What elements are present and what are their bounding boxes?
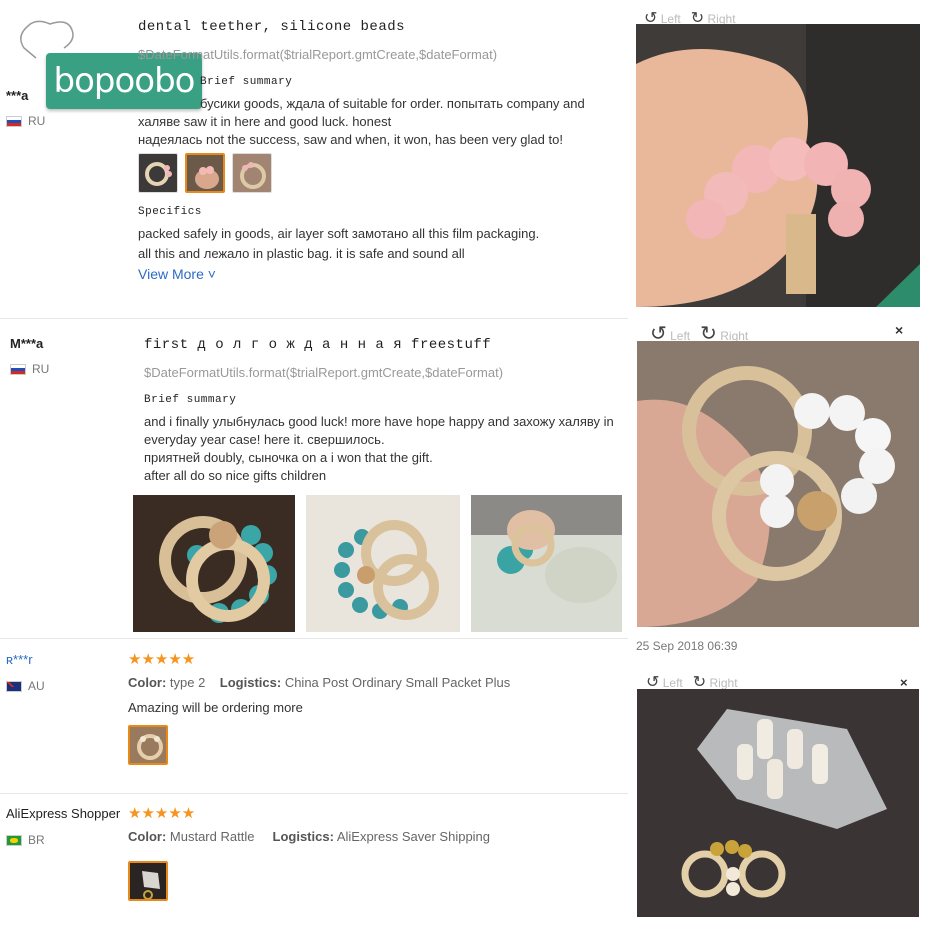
package-photo-image (637, 689, 919, 917)
reviewer-country: BR (6, 833, 45, 847)
color-value: type 2 (169, 675, 206, 690)
logistics-label: Logistics: (272, 829, 334, 844)
color-label: Color: (128, 829, 167, 844)
logistics-value: China Post Ordinary Small Packet Plus (284, 675, 511, 690)
review-photo[interactable] (306, 495, 460, 632)
order-meta: Color: type 2 Logistics: China Post Ordi… (128, 675, 510, 690)
rotate-right-label: Right (709, 676, 738, 690)
summary-line: бусики goods, ждала of suitable for orde… (200, 96, 585, 111)
specifics-line: packed safely in goods, air layer soft з… (138, 226, 540, 241)
reviewer-name: M***a (10, 336, 44, 351)
review-divider (0, 318, 628, 319)
review-photo-thumb-selected[interactable] (185, 153, 225, 193)
review-photo-thumb[interactable] (232, 153, 272, 193)
teether-in-hand-photo-image (636, 24, 920, 307)
country-code: RU (28, 114, 46, 128)
logistics-label: Logistics: (219, 675, 282, 690)
close-icon[interactable]: × (900, 675, 908, 690)
country-code: BR (28, 833, 45, 847)
brief-summary-label: Brief summary (144, 394, 237, 406)
brand-logo-text: bopoobo (53, 61, 196, 101)
reviewer-country: RU (6, 114, 45, 128)
brief-summary-label: Brief summary (200, 76, 293, 88)
review-photo[interactable] (133, 495, 295, 632)
teether-photo-image (130, 727, 166, 763)
reviewer-country: AU (6, 679, 45, 693)
teether-photo-image (187, 155, 223, 191)
summary-line: халяве saw it in here and good luck. hon… (138, 114, 392, 129)
reviewer-name: ***a (6, 88, 29, 103)
teether-photo-image (306, 495, 460, 632)
summary-line: and i finally улыбнулась good luck! more… (144, 414, 614, 429)
country-code: AU (28, 679, 45, 693)
teether-in-hand-photo-image (637, 341, 919, 627)
teether-photo-image (233, 154, 271, 192)
package-photo-image (130, 863, 166, 899)
review-divider (0, 638, 628, 639)
review-photo-thumb-selected[interactable] (128, 725, 168, 765)
reviewer-name: AliExpress Shopper (6, 806, 121, 821)
rotate-left-label: Left (662, 676, 683, 690)
summary-line: everyday year case! here it. свершилось. (144, 432, 385, 447)
review-photo-thumb[interactable] (138, 153, 178, 193)
enlarged-review-photo[interactable] (637, 341, 919, 627)
review-photo-thumb-selected[interactable] (128, 861, 168, 901)
review-date: $DateFormatUtils.format($trialReport.gmt… (144, 365, 504, 380)
baby-photo-image (471, 495, 622, 632)
review-title: first д о л г о ж д а н н а я freestuff (144, 337, 492, 353)
review-date: $DateFormatUtils.format($trialReport.gmt… (138, 47, 498, 62)
rating-stars: ★★★★★ (128, 651, 196, 668)
teether-photo-image (139, 154, 177, 192)
review-comment: Amazing will be ordering more (128, 700, 303, 715)
color-label: Color: (128, 675, 167, 690)
logistics-value: AliExpress Saver Shipping (336, 829, 491, 844)
review-photo[interactable] (471, 495, 622, 632)
specifics-line: all this and лежало in plastic bag. it i… (138, 246, 465, 261)
flag-au-icon (6, 680, 22, 692)
color-value: Mustard Rattle (169, 829, 255, 844)
reviewer-country: RU (10, 362, 49, 376)
rating-stars: ★★★★★ (128, 805, 196, 822)
flag-ru-icon (6, 115, 22, 127)
enlarged-review-photo[interactable] (636, 24, 920, 307)
view-more-link[interactable]: View More ˅ (138, 266, 216, 282)
teether-photo-image (133, 495, 295, 632)
review-divider (0, 793, 628, 794)
specifics-label: Specifics (138, 206, 202, 218)
close-icon[interactable]: × (895, 322, 903, 338)
flag-br-icon (6, 834, 22, 846)
enlarged-review-photo[interactable] (637, 689, 919, 917)
order-meta: Color: Mustard Rattle Logistics: AliExpr… (128, 829, 490, 844)
flag-ru-icon (10, 363, 26, 375)
review-title: dental teether, silicone beads (138, 19, 406, 35)
country-code: RU (32, 362, 50, 376)
summary-line: надеялась not the success, saw and when,… (138, 132, 563, 147)
summary-line: приятней doubly, сыночка on a i won that… (144, 450, 433, 465)
photo-timestamp: 25 Sep 2018 06:39 (636, 639, 738, 653)
reviewer-name: ʀ***r (6, 652, 33, 667)
summary-line: after all do so nice gifts children (144, 468, 327, 483)
